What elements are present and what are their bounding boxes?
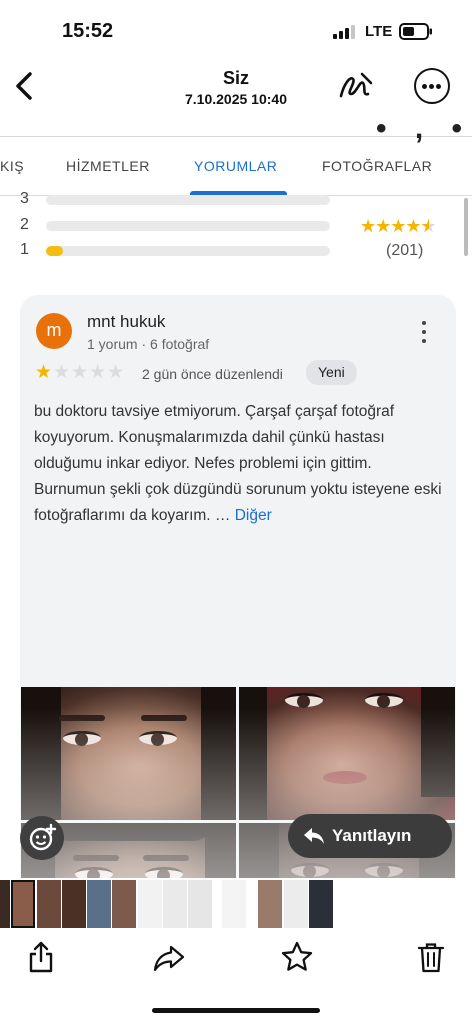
scrollbar[interactable]: [464, 198, 468, 256]
read-more-link[interactable]: Diğer: [235, 507, 272, 524]
header-title: Siz: [222, 68, 249, 88]
rating-bar-label: 2: [20, 216, 29, 233]
rating-bar-label: 1: [20, 241, 29, 258]
forward-icon[interactable]: [152, 940, 186, 974]
review-stars: ★★★★★: [35, 362, 126, 383]
reply-button[interactable]: Yanıtlayın: [288, 814, 452, 858]
rating-bar-fill: [46, 246, 64, 256]
thumbnail-selected[interactable]: [11, 880, 35, 928]
rating-bar-row: 2: [20, 216, 340, 236]
thumbnail[interactable]: [138, 880, 162, 928]
review-text: bu doktoru tavsiye etmiyorum. Çarşaf çar…: [34, 399, 446, 529]
review-author-meta: 1 yorum · 6 fotoğraf: [87, 336, 210, 352]
tab-services[interactable]: HİZMETLER: [66, 158, 150, 174]
thumbnail[interactable]: [258, 880, 282, 928]
share-icon[interactable]: [24, 940, 58, 974]
battery-icon: [399, 23, 432, 40]
review-body: bu doktoru tavsiye etmiyorum. Çarşaf çar…: [34, 403, 442, 524]
thumbnail-strip[interactable]: [0, 878, 472, 930]
status-time: 15:52: [62, 20, 114, 42]
new-badge: Yeni: [306, 360, 357, 385]
rating-bar-label: 3: [20, 190, 29, 207]
tab-reviews[interactable]: YORUMLAR: [194, 158, 277, 174]
rating-bar-track: [46, 246, 330, 256]
rating-bar-track: [46, 221, 330, 231]
photo-viewer-header: Siz 7.10.2025 10:40: [0, 62, 472, 118]
markup-pen-icon[interactable]: [338, 70, 374, 102]
thumbnail[interactable]: [112, 880, 136, 928]
network-type: LTE: [365, 23, 393, 40]
screenshot-content: KIŞ HİZMETLER YORUMLAR FOTOĞRAFLAR 3 2 1…: [0, 118, 472, 878]
tab-photos[interactable]: FOTOĞRAFLAR: [322, 158, 432, 174]
thumbnail[interactable]: [87, 880, 111, 928]
bottom-toolbar: [0, 930, 472, 1000]
average-rating-value: • , •: [376, 118, 472, 145]
thumbnail[interactable]: [163, 880, 187, 928]
thumbnail[interactable]: [188, 880, 212, 928]
review-count: (201): [386, 242, 424, 259]
rating-bar-row: 3: [20, 190, 340, 210]
thumbnail[interactable]: [309, 880, 333, 928]
rating-bar-row: 1: [20, 241, 340, 261]
reply-arrow-icon: [304, 828, 324, 844]
tab-contact[interactable]: KIŞ: [0, 158, 24, 174]
thumbnail[interactable]: [284, 880, 308, 928]
status-bar: 15:52 LTE: [0, 0, 472, 62]
add-reaction-icon[interactable]: [20, 816, 64, 860]
header-subtitle: 7.10.2025 10:40: [185, 91, 287, 107]
thumbnail[interactable]: [222, 880, 246, 928]
home-indicator[interactable]: [152, 1008, 320, 1013]
review-options-icon[interactable]: [420, 321, 428, 343]
rating-bar-track: [46, 195, 330, 205]
thumbnail[interactable]: [62, 880, 86, 928]
reply-label: Yanıtlayın: [332, 826, 412, 845]
review-time: 2 gün önce düzenlendi: [142, 366, 283, 382]
more-icon[interactable]: [414, 68, 450, 104]
avatar[interactable]: m: [36, 313, 72, 349]
trash-icon[interactable]: [414, 940, 448, 974]
average-rating-stars: ★★★★ ★ ★: [360, 216, 437, 236]
cellular-signal-icon: [333, 25, 355, 39]
favorite-star-icon[interactable]: [280, 940, 314, 974]
thumbnail[interactable]: [0, 880, 10, 928]
thumbnail[interactable]: [37, 880, 61, 928]
tab-bar: KIŞ HİZMETLER YORUMLAR FOTOĞRAFLAR: [0, 146, 472, 196]
review-author[interactable]: mnt hukuk: [87, 312, 165, 332]
